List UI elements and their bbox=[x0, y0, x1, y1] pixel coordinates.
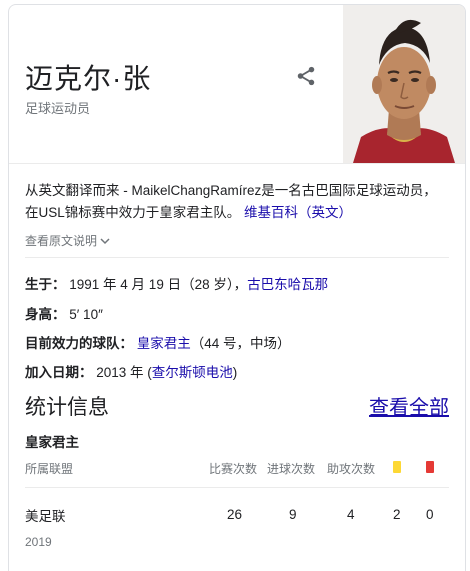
row-red: 0 bbox=[426, 507, 434, 522]
row-goals: 9 bbox=[289, 507, 297, 522]
player-name: 迈克尔·张 bbox=[25, 63, 152, 94]
divider bbox=[9, 163, 465, 164]
header-matches: 比赛次数 bbox=[209, 462, 258, 476]
team-rest: （44 号，中场） bbox=[190, 336, 291, 351]
fact-height: 身高： 5′ 10″ bbox=[25, 303, 103, 323]
header-goals: 进球次数 bbox=[267, 462, 316, 476]
birth-place-link[interactable]: 古巴东哈瓦那 bbox=[247, 277, 328, 292]
red-card-icon bbox=[426, 461, 434, 473]
joined-close: ) bbox=[232, 365, 238, 380]
show-original-label: 查看原文说明 bbox=[25, 234, 98, 248]
birth-value: 1991 年 4 月 19 日（28 岁）， bbox=[69, 277, 248, 292]
player-photo[interactable] bbox=[343, 5, 465, 163]
player-role: 足球运动员 bbox=[25, 101, 91, 116]
height-label: 身高： bbox=[25, 307, 66, 322]
see-all-link[interactable]: 查看全部 bbox=[369, 391, 449, 420]
divider bbox=[25, 257, 449, 258]
yellow-card-icon bbox=[393, 461, 401, 473]
divider bbox=[25, 487, 449, 488]
birth-label: 生于： bbox=[25, 277, 66, 292]
header-league: 所属联盟 bbox=[25, 462, 74, 476]
row-matches: 26 bbox=[227, 507, 243, 522]
knowledge-panel: 迈克尔·张 足球运动员 从英文翻译而来 - MaikelChangRamírez… bbox=[8, 4, 466, 571]
joined-link[interactable]: 查尔斯顿电池 bbox=[152, 365, 233, 380]
row-assists: 4 bbox=[347, 507, 355, 522]
row-league: 美足联 bbox=[25, 509, 66, 524]
height-value: 5′ 10″ bbox=[69, 307, 103, 322]
row-year: 2019 bbox=[25, 535, 52, 549]
wikipedia-link[interactable]: 维基百科（英文） bbox=[244, 205, 352, 220]
player-portrait-image bbox=[343, 5, 465, 163]
chevron-down-icon bbox=[100, 237, 110, 244]
team-link[interactable]: 皇家君主 bbox=[137, 336, 191, 351]
stats-title: 统计信息 bbox=[25, 396, 109, 419]
description-text: 从英文翻译而来 - MaikelChangRamírez是一名古巴国际足球运动员… bbox=[25, 183, 437, 220]
fact-team: 目前效力的球队： 皇家君主（44 号，中场） bbox=[25, 332, 291, 352]
header-assists: 助攻次数 bbox=[327, 462, 376, 476]
show-original-button[interactable]: 查看原文说明 bbox=[25, 232, 110, 249]
share-icon[interactable] bbox=[295, 65, 317, 87]
team-label: 目前效力的球队： bbox=[25, 336, 133, 351]
stats-team: 皇家君主 bbox=[25, 435, 79, 450]
row-yellow: 2 bbox=[393, 507, 401, 522]
fact-joined: 加入日期： 2013 年 (查尔斯顿电池) bbox=[25, 361, 237, 381]
fact-birth: 生于： 1991 年 4 月 19 日（28 岁），古巴东哈瓦那 bbox=[25, 273, 328, 293]
joined-label: 加入日期： bbox=[25, 365, 93, 380]
joined-value: 2013 年 ( bbox=[96, 365, 152, 380]
description: 从英文翻译而来 - MaikelChangRamírez是一名古巴国际足球运动员… bbox=[25, 180, 450, 224]
